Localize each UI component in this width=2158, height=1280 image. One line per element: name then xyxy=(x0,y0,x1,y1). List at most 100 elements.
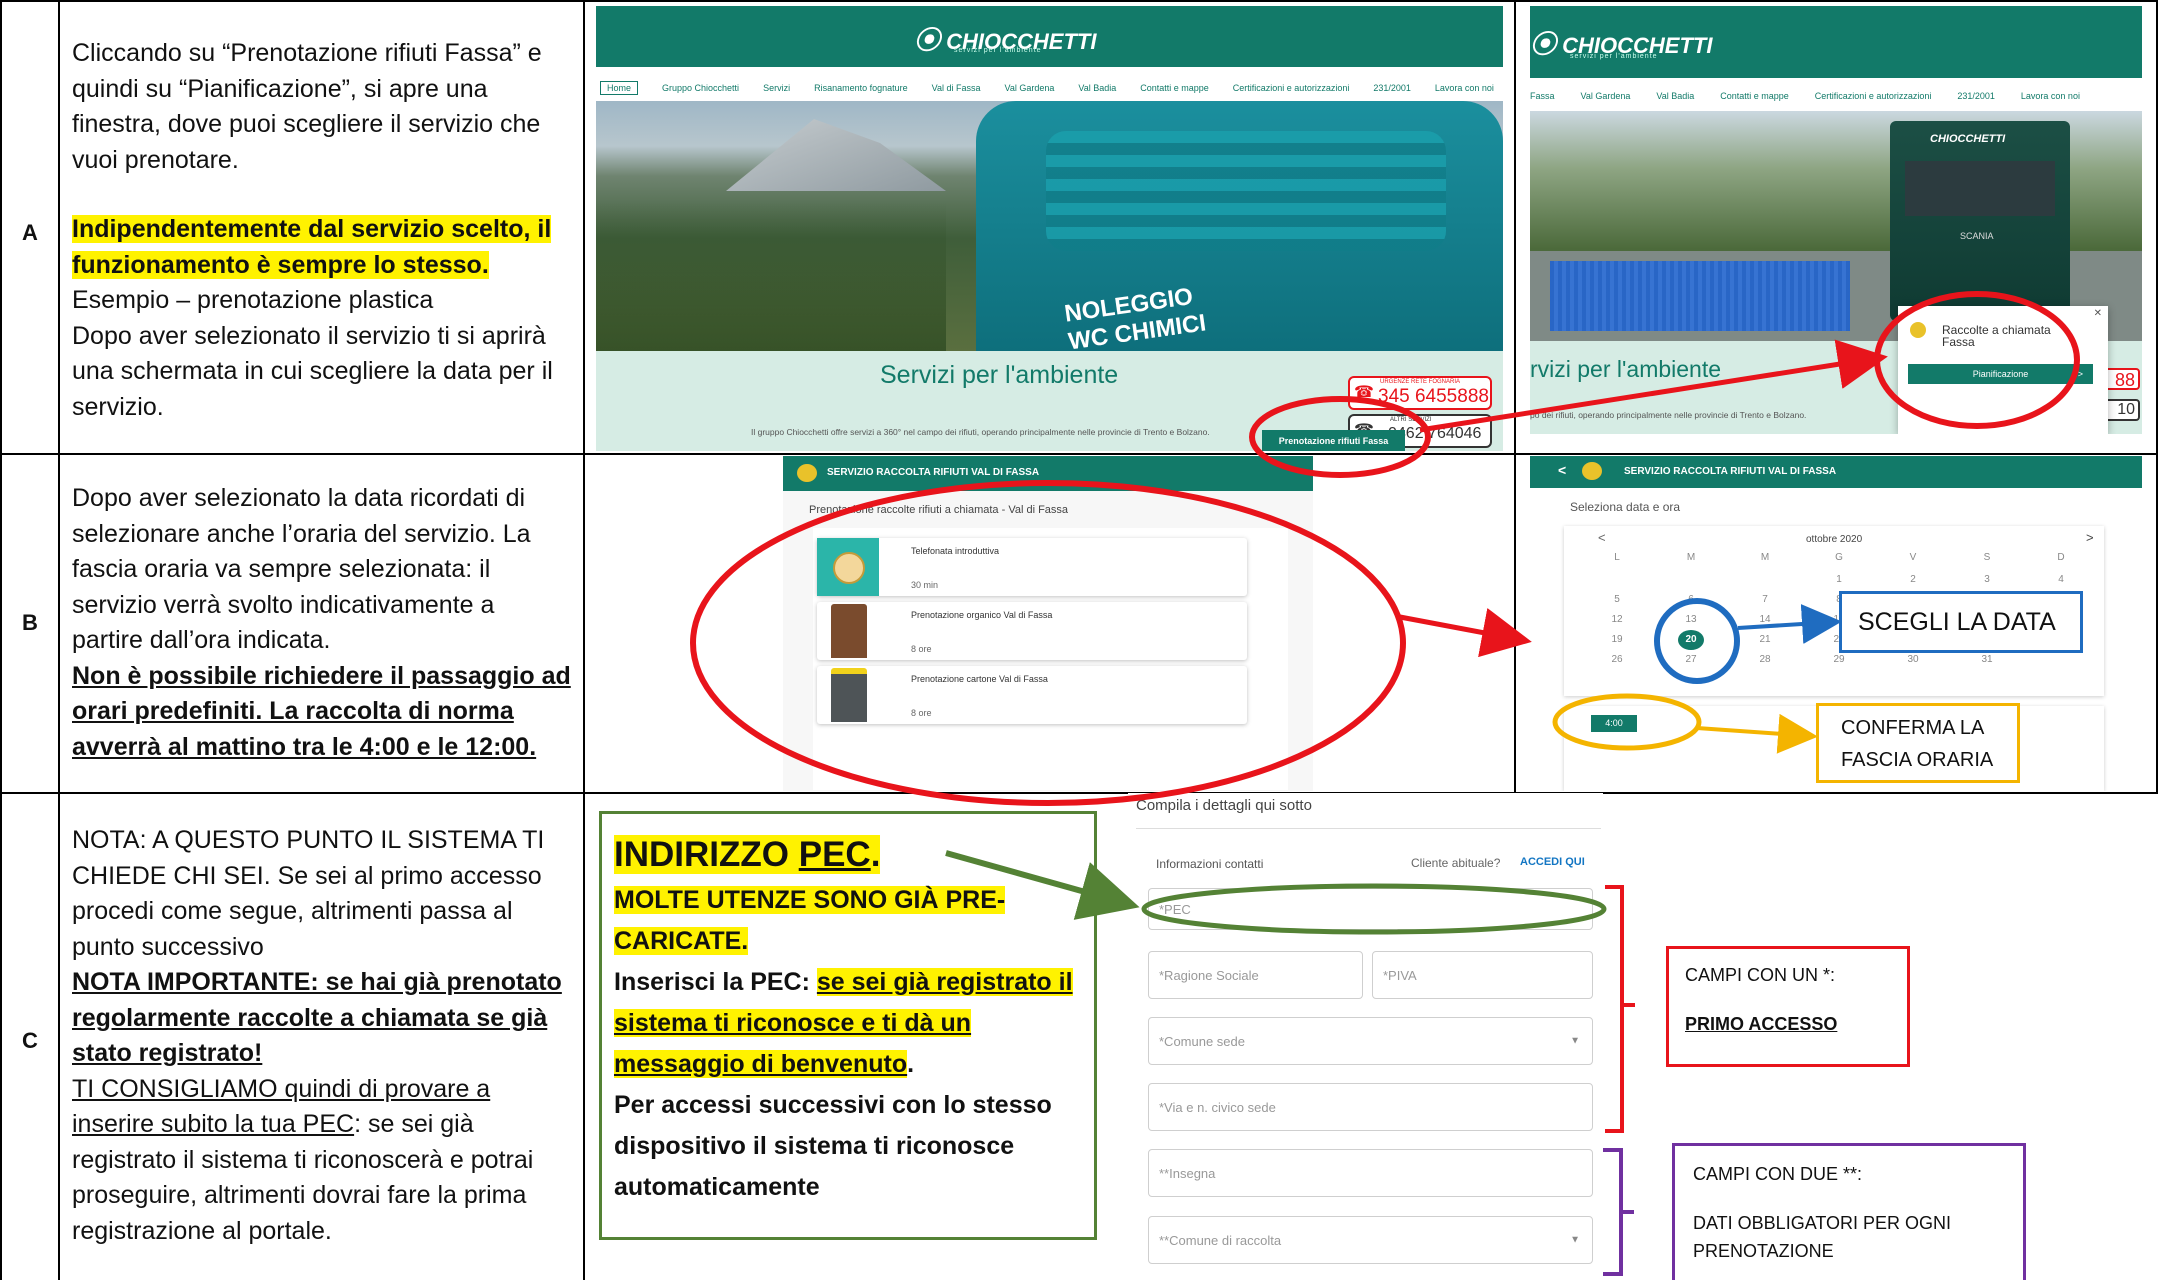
calendar-day[interactable]: 7 xyxy=(1728,594,1802,605)
close-icon[interactable]: ✕ xyxy=(2094,308,2102,319)
vat-field[interactable]: *PIVA xyxy=(1372,951,1593,999)
nav-fassa[interactable]: Fassa xyxy=(1530,91,1555,101)
table-border-col3 xyxy=(1514,0,1516,793)
pec-next-access: Per accessi successivi con lo stesso dis… xyxy=(614,1091,1052,1201)
row-b-description: Dopo aver selezionato la data ricordati … xyxy=(72,481,572,765)
nav-risanamento[interactable]: Risanamento fognature xyxy=(814,83,908,93)
nav-231[interactable]: 231/2001 xyxy=(1957,91,1995,101)
calendar-day[interactable]: 12 xyxy=(1580,614,1654,625)
table-border-desc xyxy=(583,0,585,1280)
bracket-two-star xyxy=(1603,1148,1634,1276)
one-star-callout: CAMPI CON UN *: PRIMO ACCESSO xyxy=(1666,946,1910,1067)
nav-val-badia[interactable]: Val Badia xyxy=(1078,83,1116,93)
calendar-day[interactable]: 19 xyxy=(1580,634,1654,645)
row-c-note: NOTA: A QUESTO PUNTO IL SISTEMA TI CHIED… xyxy=(72,826,545,961)
prev-month-icon[interactable]: < xyxy=(1598,530,1606,545)
screenshot-home-page: ⦿ CHIOCCHETTI servizi per l'ambiente Hom… xyxy=(596,6,1503,451)
service-logo-icon xyxy=(797,464,817,482)
nav-servizi[interactable]: Servizi xyxy=(763,83,790,93)
booking-button[interactable]: Prenotazione rifiuti Fassa xyxy=(1262,430,1405,451)
booking-popup: ✕ Raccolte a chiamata Fassa Pianificazio… xyxy=(1898,306,2108,434)
site-tagline: Servizi per l'ambiente xyxy=(880,361,1119,389)
site-nav: Fassa Val Gardena Val Badia Contatti e m… xyxy=(1530,91,2142,101)
calendar-day[interactable]: 14 xyxy=(1728,614,1802,625)
nav-val-gardena[interactable]: Val Gardena xyxy=(1005,83,1055,93)
calendar-day[interactable]: 21 xyxy=(1728,634,1802,645)
calendar-day[interactable]: 29 xyxy=(1802,654,1876,665)
logo-swoosh-icon: ⦿ xyxy=(1530,29,1557,59)
calendar-day[interactable]: 31 xyxy=(1950,654,2024,665)
calendar-day-selected[interactable]: 20 xyxy=(1678,630,1704,650)
row-divider-bc xyxy=(0,792,2158,794)
form-heading: Compila i dettagli qui sotto xyxy=(1136,797,1312,814)
town-select[interactable]: *Comune sede ▼ xyxy=(1148,1017,1593,1065)
nav-certificazioni[interactable]: Certificazioni e autorizzazioni xyxy=(1815,91,1932,101)
site-nav: Home Gruppo Chiocchetti Servizi Risaname… xyxy=(596,78,1503,98)
company-name-field[interactable]: *Ragione Sociale xyxy=(1148,951,1363,999)
row-label-a: A xyxy=(22,220,38,245)
row-label-b: B xyxy=(22,610,38,635)
service-item-cartone[interactable]: Prenotazione cartone Val di Fassa 8 ore xyxy=(817,666,1247,724)
address-field[interactable]: *Via e n. civico sede xyxy=(1148,1083,1593,1131)
nav-lavora[interactable]: Lavora con noi xyxy=(1435,83,1494,93)
nav-contatti[interactable]: Contatti e mappe xyxy=(1720,91,1789,101)
calendar-day[interactable]: 27 xyxy=(1654,654,1728,665)
nav-contatti[interactable]: Contatti e mappe xyxy=(1140,83,1209,93)
chevron-right-icon: > xyxy=(2077,369,2083,379)
calendar-day[interactable]: 28 xyxy=(1728,654,1802,665)
clock-icon xyxy=(817,538,879,596)
arrow-list-to-calendar xyxy=(1399,608,1532,658)
logo-swoosh-icon: ⦿ xyxy=(914,25,941,55)
nav-lavora[interactable]: Lavora con noi xyxy=(2021,91,2080,101)
table-border-label xyxy=(58,0,60,1280)
pickup-town-select[interactable]: **Comune di raccolta ▼ xyxy=(1148,1216,1593,1264)
urgent-box: ☎ URGENZE RETE FOGNARIA 345 6455888 xyxy=(1348,376,1492,410)
pianificazione-button[interactable]: Pianificazione > xyxy=(1908,364,2093,384)
sign-field[interactable]: **Insegna xyxy=(1148,1149,1593,1197)
nav-home[interactable]: Home xyxy=(600,81,639,95)
weekday-label: V xyxy=(1909,552,1917,563)
popup-title: Raccolte a chiamata Fassa xyxy=(1942,323,2051,349)
popup-logo-icon xyxy=(1910,322,1926,338)
pec-field[interactable]: *PEC xyxy=(1148,888,1593,930)
time-slot-button[interactable]: 4:00 xyxy=(1591,715,1637,732)
row-a-highlight: Indipendentemente dal servizio scelto, i… xyxy=(72,215,552,279)
back-icon[interactable]: < xyxy=(1558,462,1566,478)
service-item-organico[interactable]: Prenotazione organico Val di Fassa 8 ore xyxy=(817,602,1247,660)
nav-gruppo[interactable]: Gruppo Chiocchetti xyxy=(662,83,739,93)
calendar-day[interactable]: 13 xyxy=(1654,614,1728,625)
row-a-example: Esempio – prenotazione plastica xyxy=(72,286,434,314)
truck: CHIOCCHETTI SCANIA xyxy=(1890,121,2070,321)
weekday-label: L xyxy=(1614,552,1620,563)
bin-brown-icon xyxy=(831,604,867,658)
nav-certificazioni[interactable]: Certificazioni e autorizzazioni xyxy=(1233,83,1350,93)
calendar-day[interactable]: 1 xyxy=(1802,574,1876,585)
hero-image: NOLEGGIO WC CHIMICI xyxy=(596,101,1503,351)
screenshot-contact-form: Compila i dettagli qui sotto Informazion… xyxy=(1128,793,1603,1280)
calendar-day[interactable]: 3 xyxy=(1950,574,2024,585)
next-month-icon[interactable]: > xyxy=(2086,530,2094,545)
calendar-title: Seleziona data e ora xyxy=(1570,500,1681,514)
choose-date-callout: SCEGLI LA DATA xyxy=(1839,591,2083,653)
nav-231[interactable]: 231/2001 xyxy=(1373,83,1411,93)
site-intro: po dei rifiuti, operando principalmente … xyxy=(1530,410,1807,420)
weekday-label: G xyxy=(1835,552,1843,563)
calendar-day[interactable]: 26 xyxy=(1580,654,1654,665)
nav-val-badia[interactable]: Val Badia xyxy=(1656,91,1694,101)
calendar-day[interactable]: 30 xyxy=(1876,654,1950,665)
phone-icon: ☎ xyxy=(1354,384,1374,401)
form-section-label: Informazioni contatti xyxy=(1156,857,1264,871)
service-item-telefonata[interactable]: Telefonata introduttiva 30 min xyxy=(817,538,1247,596)
nav-val-di-fassa[interactable]: Val di Fassa xyxy=(932,83,981,93)
row-a-description: Cliccando su “Prenotazione rifiuti Fassa… xyxy=(72,36,572,425)
pec-preloaded: MOLTE UTENZE SONO GIÀ PRE-CARICATE. xyxy=(614,886,1006,955)
calendar-day[interactable]: 6 xyxy=(1654,594,1728,605)
login-link[interactable]: ACCEDI QUI xyxy=(1520,856,1585,868)
calendar-day[interactable]: 4 xyxy=(2024,574,2098,585)
returning-customer-label: Cliente abituale? xyxy=(1411,856,1501,870)
pec-callout-box: INDIRIZZO PEC. MOLTE UTENZE SONO GIÀ PRE… xyxy=(599,811,1097,1240)
calendar-day[interactable]: 5 xyxy=(1580,594,1654,605)
weekday-label: M xyxy=(1686,552,1696,563)
nav-val-gardena[interactable]: Val Gardena xyxy=(1581,91,1631,101)
calendar-day[interactable]: 2 xyxy=(1876,574,1950,585)
